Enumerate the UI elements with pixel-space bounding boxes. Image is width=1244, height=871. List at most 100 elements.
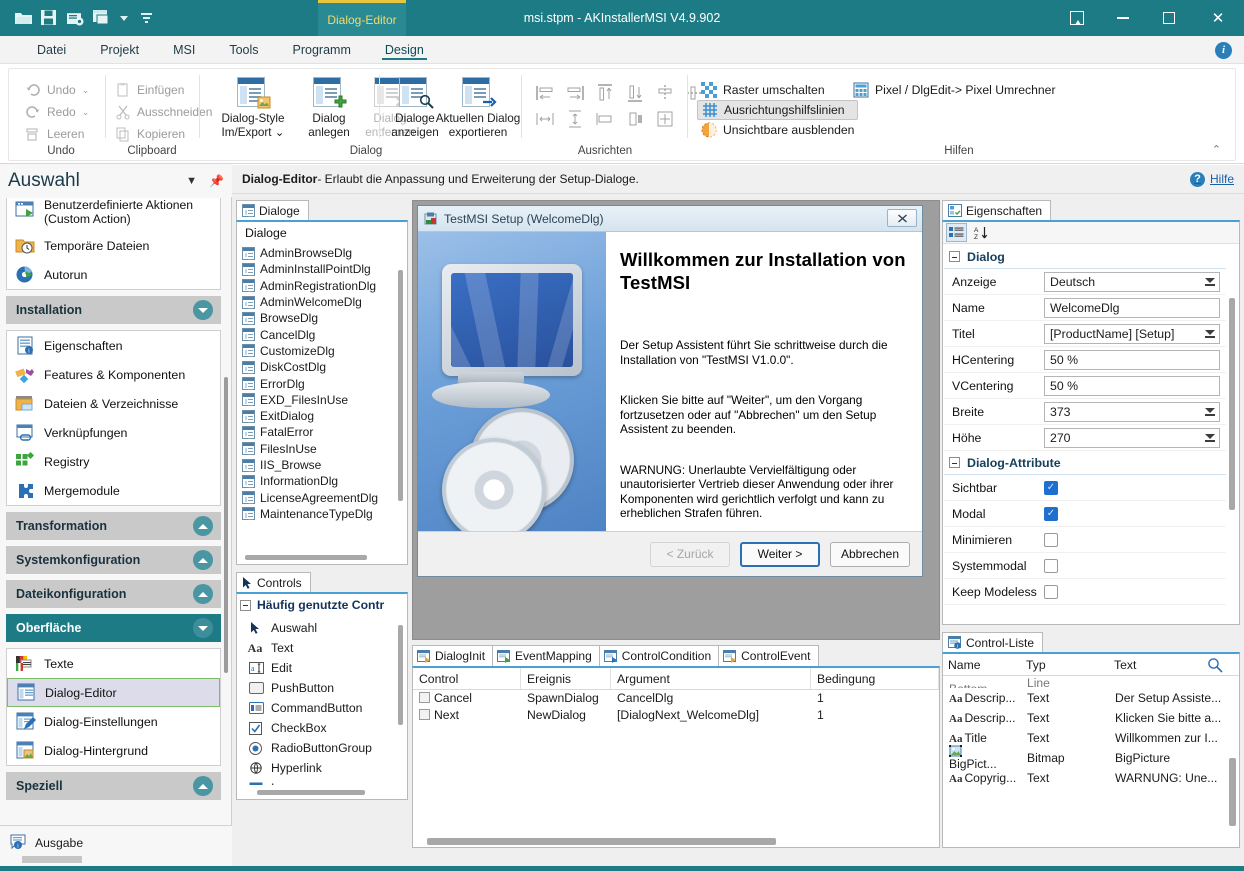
column-name[interactable]: Name [943, 654, 1021, 675]
control-tool-edit[interactable]: a Edit [238, 658, 396, 678]
dialogs-hscrollbar[interactable] [239, 553, 395, 562]
menu-projekt[interactable]: Projekt [83, 36, 156, 64]
menu-programm[interactable]: Programm [276, 36, 368, 64]
sidebar-dropdown-icon[interactable]: ▼ [186, 175, 197, 187]
alignment-guides-button[interactable]: Ausrichtungshilfslinien [697, 100, 859, 120]
list-item[interactable]: IIS_Browse [238, 457, 406, 473]
undo-button[interactable]: Undo ⌄ [21, 79, 93, 101]
distribute-v-icon[interactable] [565, 109, 585, 129]
dialog-create-button[interactable]: Dialog anlegen [301, 77, 357, 139]
align-top-icon[interactable] [595, 83, 615, 103]
list-item[interactable]: FilesInUse [238, 441, 406, 457]
list-item[interactable]: EXD_FilesInUse [238, 392, 406, 408]
dialogs-vscrollbar[interactable] [396, 246, 405, 550]
list-item[interactable]: CustomizeDlg [238, 343, 406, 359]
toggle-raster-button[interactable]: Raster umschalten [697, 80, 858, 100]
collapse-icon[interactable] [949, 251, 960, 262]
controls-list[interactable]: Auswahl Aa Text a Edit PushButton Comman… [238, 618, 396, 785]
control-tool-commandbutton[interactable]: CommandButton [238, 698, 396, 718]
save-as-icon[interactable] [66, 9, 85, 27]
list-item[interactable]: InformationDlg [238, 473, 406, 489]
msi-back-button[interactable]: < Zurück [650, 541, 730, 567]
tab-controlcondition[interactable]: ControlCondition [598, 645, 720, 666]
list-item[interactable]: BrowseDlg [238, 310, 406, 326]
dialog-preview-canvas[interactable]: TestMSI Setup (WelcomeDlg) Willkommen zu… [412, 200, 940, 640]
table-row[interactable]: Cancel SpawnDialog CancelDlg 1 [413, 690, 939, 707]
control-tool-text[interactable]: Aa Text [238, 638, 396, 658]
list-item[interactable]: AdminWelcomeDlg [238, 294, 406, 310]
sidebar-scrollbar[interactable] [223, 204, 229, 821]
msi-dialog-bitmap[interactable] [418, 232, 606, 531]
sidebar-item-registry[interactable]: Registry [7, 447, 220, 476]
same-width-icon[interactable] [595, 109, 615, 129]
msi-dialog-paragraph-1[interactable]: Der Setup Assistent führt Sie schrittwei… [620, 338, 908, 367]
control-list-vscrollbar[interactable] [1227, 677, 1238, 846]
dropdown-arrow-icon[interactable] [1203, 432, 1216, 445]
align-center-h-icon[interactable] [655, 83, 675, 103]
chevron-up-icon[interactable] [193, 584, 213, 604]
tab-eventmapping[interactable]: EventMapping [492, 645, 600, 666]
same-height-icon[interactable] [625, 109, 645, 129]
sidebar-group-transformation[interactable]: Transformation [6, 512, 221, 540]
event-hscrollbar[interactable] [427, 838, 925, 845]
pixel-converter-button[interactable]: Pixel / DlgEdit-> Pixel Umrechner [849, 80, 1060, 100]
help-link[interactable]: ? Hilfe [1189, 171, 1234, 187]
align-right-icon[interactable] [565, 83, 585, 103]
tab-dialoginit[interactable]: DialogInit [412, 645, 494, 666]
list-item[interactable]: AdminRegistrationDlg [238, 278, 406, 294]
distribute-h-icon[interactable] [535, 109, 555, 129]
property-checkbox[interactable] [1044, 480, 1058, 495]
table-row[interactable]: Aa Descrip... Text Der Setup Assiste... [944, 688, 1227, 708]
hide-invisible-button[interactable]: Unsichtbare ausblenden [697, 120, 858, 140]
control-tool-icon[interactable]: I Icon [238, 778, 396, 785]
sidebar-item-custom-action[interactable]: Benutzerdefinierte Aktionen (Custom Acti… [7, 198, 220, 231]
tab-eigenschaften[interactable]: Eigenschaften [942, 200, 1052, 220]
list-item[interactable]: FatalError [238, 424, 406, 440]
pin-icon[interactable]: 📌 [209, 174, 224, 188]
control-tool-hyperlink[interactable]: Hyperlink [238, 758, 396, 778]
msi-dialog-preview[interactable]: TestMSI Setup (WelcomeDlg) Willkommen zu… [417, 205, 923, 577]
table-row[interactable]: Aa Copyrig... Text WARNUNG: Une... [944, 768, 1227, 788]
sidebar-group-systemkonfiguration[interactable]: Systemkonfiguration [6, 546, 221, 574]
property-checkbox[interactable] [1044, 558, 1058, 573]
table-row[interactable]: BigPict... Bitmap BigPicture [944, 745, 1227, 771]
property-input[interactable]: 270 [1044, 427, 1220, 448]
msi-next-button[interactable]: Weiter > [740, 541, 820, 567]
tab-controlevent[interactable]: ControlEvent [718, 645, 819, 666]
sidebar-item-temp-files[interactable]: Temporäre Dateien [7, 231, 220, 260]
property-checkbox[interactable] [1044, 532, 1058, 547]
save-icon[interactable] [40, 9, 59, 27]
table-row[interactable]: Aa Descrip... Text Klicken Sie bitte a... [944, 708, 1227, 728]
sidebar-group-installation[interactable]: Installation [6, 296, 221, 324]
info-icon[interactable]: i [1215, 42, 1232, 59]
ribbon-collapse-icon[interactable]: ⌃ [1212, 143, 1221, 156]
list-item[interactable]: DiskCostDlg [238, 359, 406, 375]
column-control[interactable]: Control [413, 668, 521, 689]
categorized-view-button[interactable] [946, 223, 967, 242]
dropdown-arrow-icon[interactable] [1203, 276, 1216, 289]
tab-control-liste[interactable]: i Control-Liste [942, 632, 1044, 652]
clear-button[interactable]: Leeren [21, 123, 93, 145]
msi-dialog-heading[interactable]: Willkommen zur Installation von TestMSI [620, 248, 908, 294]
list-item[interactable]: AdminInstallPointDlg [238, 261, 406, 277]
sort-alphabetical-button[interactable]: AZ [970, 223, 991, 242]
align-left-icon[interactable] [535, 83, 555, 103]
msi-dialog-paragraph-2[interactable]: Klicken Sie bitte auf "Weiter", um den V… [620, 393, 908, 437]
active-ribbon-tab-title[interactable]: Dialog-Editor [318, 0, 406, 36]
controls-hscrollbar[interactable] [239, 788, 395, 797]
quick-access-toolbar[interactable] [0, 9, 152, 27]
sidebar-group-speziell[interactable]: Speziell [6, 772, 221, 800]
open-icon[interactable] [14, 9, 33, 27]
control-list-rows[interactable]: Bottom... Line AaDescrip... Text Der Set… [944, 677, 1227, 845]
collapse-icon[interactable] [949, 457, 960, 468]
msi-cancel-button[interactable]: Abbrechen [830, 541, 910, 567]
more-icon[interactable] [141, 13, 152, 23]
table-row[interactable]: Bottom... Line [944, 677, 1227, 688]
control-tool-pushbutton[interactable]: PushButton [238, 678, 396, 698]
property-input[interactable]: 373 [1044, 401, 1220, 422]
list-item[interactable]: CancelDlg [238, 326, 406, 342]
menu-tools[interactable]: Tools [212, 36, 275, 64]
align-bottom-icon[interactable] [625, 83, 645, 103]
fit-size-icon[interactable] [655, 109, 675, 129]
table-row[interactable]: Next NewDialog [DialogNext_WelcomeDlg] 1 [413, 707, 939, 724]
